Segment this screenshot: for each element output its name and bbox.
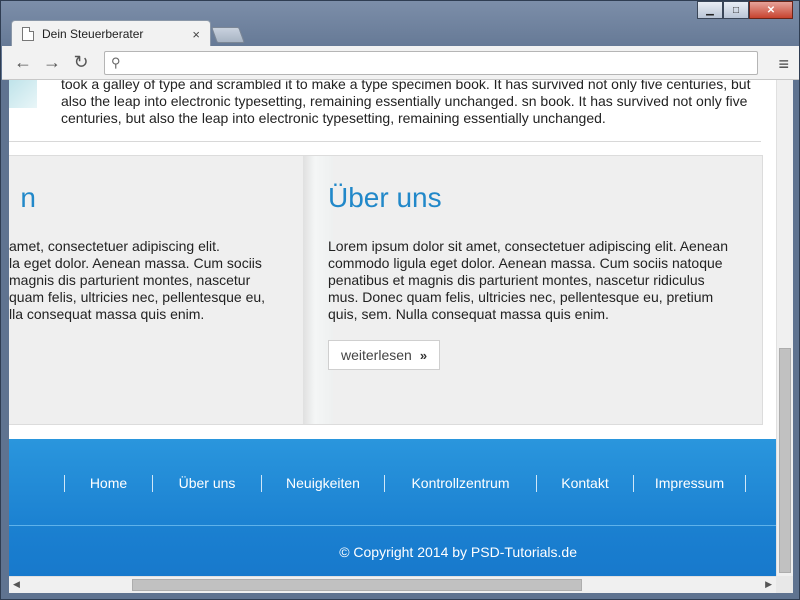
read-more-button[interactable]: weiterlesen »: [328, 340, 441, 370]
footer-link-impressum[interactable]: Impressum: [634, 475, 745, 493]
divider: [9, 141, 761, 142]
teaser-left: n amet, consectetuer adipiscing elit. la…: [9, 156, 299, 323]
teaser-section: n amet, consectetuer adipiscing elit. la…: [9, 155, 763, 425]
article-thumbnail: [9, 80, 37, 108]
double-chevron-right-icon: »: [419, 347, 428, 363]
vertical-scrollbar[interactable]: [776, 80, 793, 576]
menu-icon[interactable]: ≡: [778, 54, 789, 75]
about-text: Lorem ipsum dolor sit amet, consectetuer…: [328, 238, 728, 322]
new-tab-button[interactable]: [211, 27, 245, 43]
browser-window: ▁ □ ✕ Dein Steuerberater × ← → ↻ ⚲ ≡ too…: [0, 0, 800, 600]
tab-title: Dein Steuerberater: [42, 27, 144, 41]
footer: Home Über uns Neuigkeiten Kontrollzentru…: [9, 439, 776, 576]
teaser-left-heading: n: [20, 182, 36, 213]
vertical-scroll-thumb[interactable]: [779, 348, 791, 573]
page-viewport: took a galley of type and scrambled it t…: [9, 80, 776, 576]
footer-divider: [9, 525, 776, 526]
footer-link-neuigkeiten[interactable]: Neuigkeiten: [262, 475, 384, 493]
article-snippet: took a galley of type and scrambled it t…: [9, 80, 776, 140]
address-bar[interactable]: ⚲: [104, 51, 758, 75]
tab-close-icon[interactable]: ×: [192, 27, 200, 42]
page-icon: [22, 27, 34, 41]
window-controls: ▁ □ ✕: [697, 1, 793, 19]
minimize-button[interactable]: ▁: [697, 1, 723, 19]
scroll-right-icon[interactable]: ▶: [765, 579, 772, 590]
read-more-label: weiterlesen: [341, 347, 412, 363]
copyright: © Copyright 2014 by PSD-Tutorials.de: [339, 544, 577, 560]
horizontal-scroll-thumb[interactable]: [132, 579, 582, 591]
footer-link-ueber-uns[interactable]: Über uns: [153, 475, 261, 493]
scroll-left-icon[interactable]: ◀: [13, 579, 20, 590]
scrollbar-corner: [776, 576, 793, 593]
maximize-button[interactable]: □: [723, 1, 749, 19]
footer-link-kontakt[interactable]: Kontakt: [537, 475, 633, 493]
forward-icon[interactable]: →: [39, 50, 65, 76]
footer-link-kontrollzentrum[interactable]: Kontrollzentrum: [385, 475, 536, 493]
about-heading: Über uns: [328, 182, 442, 213]
horizontal-scrollbar[interactable]: ◀ ▶: [9, 576, 776, 593]
close-window-button[interactable]: ✕: [749, 1, 793, 19]
nav-separator: [745, 475, 746, 492]
footer-nav: Home Über uns Neuigkeiten Kontrollzentru…: [9, 475, 776, 493]
footer-link-home[interactable]: Home: [65, 475, 152, 493]
back-icon[interactable]: ←: [10, 50, 36, 76]
browser-tab[interactable]: Dein Steuerberater ×: [11, 20, 211, 47]
teaser-about: Über uns Lorem ipsum dolor sit amet, con…: [328, 156, 728, 370]
search-icon: ⚲: [111, 55, 121, 70]
reload-icon[interactable]: ↻: [68, 50, 94, 76]
address-input[interactable]: [126, 55, 757, 71]
article-text: took a galley of type and scrambled it t…: [61, 80, 751, 126]
teaser-left-text: amet, consectetuer adipiscing elit. la e…: [9, 238, 266, 322]
browser-toolbar: ← → ↻ ⚲ ≡: [2, 46, 799, 80]
